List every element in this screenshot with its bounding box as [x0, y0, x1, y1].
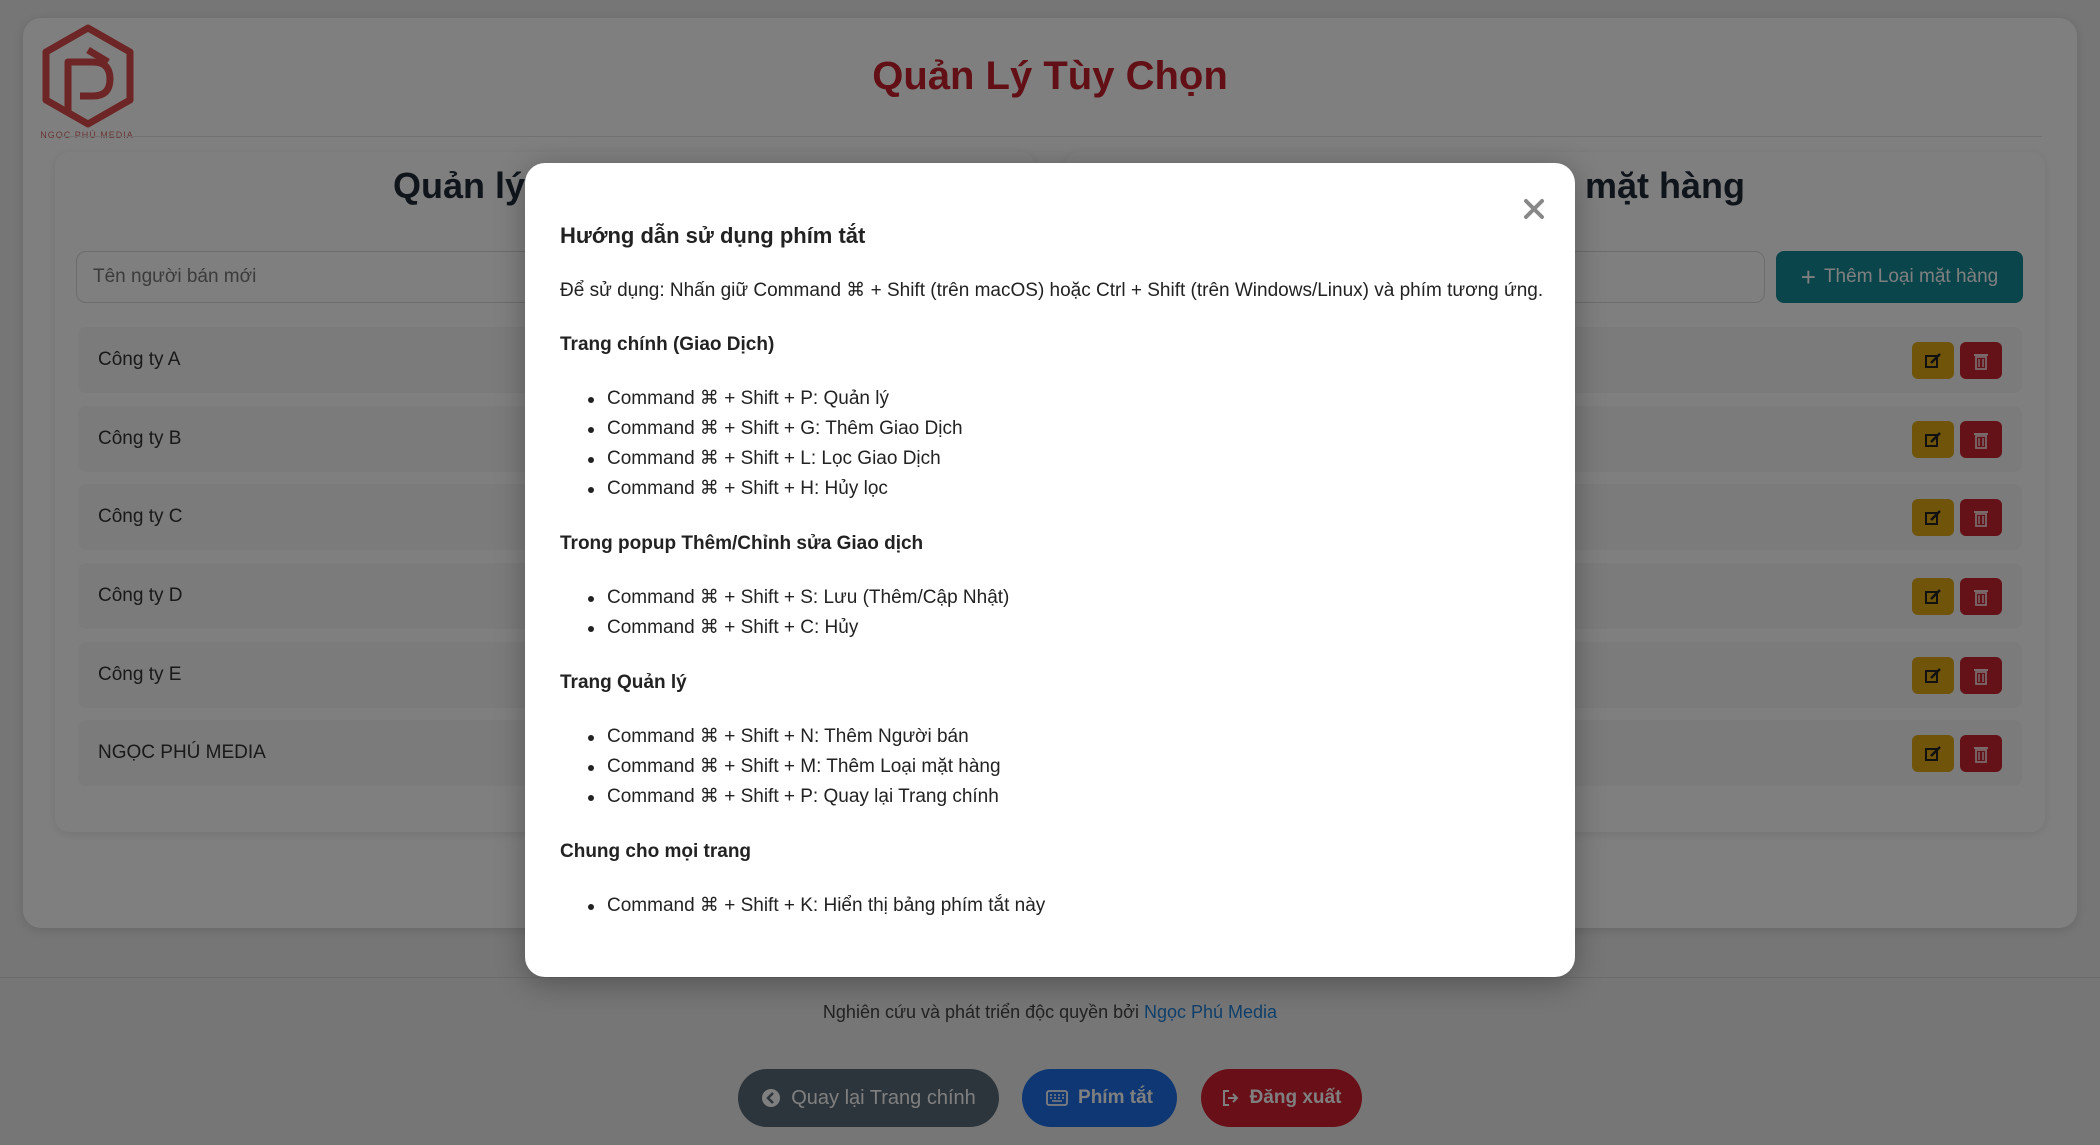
shortcut-item: Command ⌘ + Shift + H: Hủy lọc [585, 474, 963, 504]
section-heading: Chung cho mọi trang [560, 841, 752, 862]
shortcut-list: Command ⌘ + Shift + N: Thêm Người bán Co… [585, 722, 1001, 812]
shortcuts-modal: Hướng dẫn sử dụng phím tắt Để sử dụng: N… [525, 163, 1575, 977]
shortcut-item: Command ⌘ + Shift + P: Quay lại Trang ch… [585, 782, 1001, 812]
shortcut-item: Command ⌘ + Shift + S: Lưu (Thêm/Cập Nhậ… [585, 583, 1009, 613]
section-heading: Trong popup Thêm/Chỉnh sửa Giao dịch [560, 533, 924, 554]
modal-title: Hướng dẫn sử dụng phím tắt [560, 223, 866, 248]
shortcut-item: Command ⌘ + Shift + N: Thêm Người bán [585, 722, 1001, 752]
shortcut-list: Command ⌘ + Shift + K: Hiển thị bảng phí… [585, 891, 1045, 921]
shortcut-item: Command ⌘ + Shift + G: Thêm Giao Dịch [585, 414, 963, 444]
shortcut-list: Command ⌘ + Shift + S: Lưu (Thêm/Cập Nhậ… [585, 583, 1009, 643]
section-heading: Trang chính (Giao Dịch) [560, 334, 775, 355]
modal-intro: Để sử dụng: Nhấn giữ Command ⌘ + Shift (… [560, 280, 1544, 301]
shortcut-item: Command ⌘ + Shift + L: Lọc Giao Dịch [585, 444, 963, 474]
shortcut-item: Command ⌘ + Shift + K: Hiển thị bảng phí… [585, 891, 1045, 921]
shortcut-item: Command ⌘ + Shift + C: Hủy [585, 613, 1009, 643]
shortcut-list: Command ⌘ + Shift + P: Quản lý Command ⌘… [585, 384, 963, 504]
shortcut-item: Command ⌘ + Shift + P: Quản lý [585, 384, 963, 414]
close-icon[interactable] [1520, 195, 1548, 223]
section-heading: Trang Quản lý [560, 672, 687, 693]
shortcut-item: Command ⌘ + Shift + M: Thêm Loại mặt hàn… [585, 752, 1001, 782]
